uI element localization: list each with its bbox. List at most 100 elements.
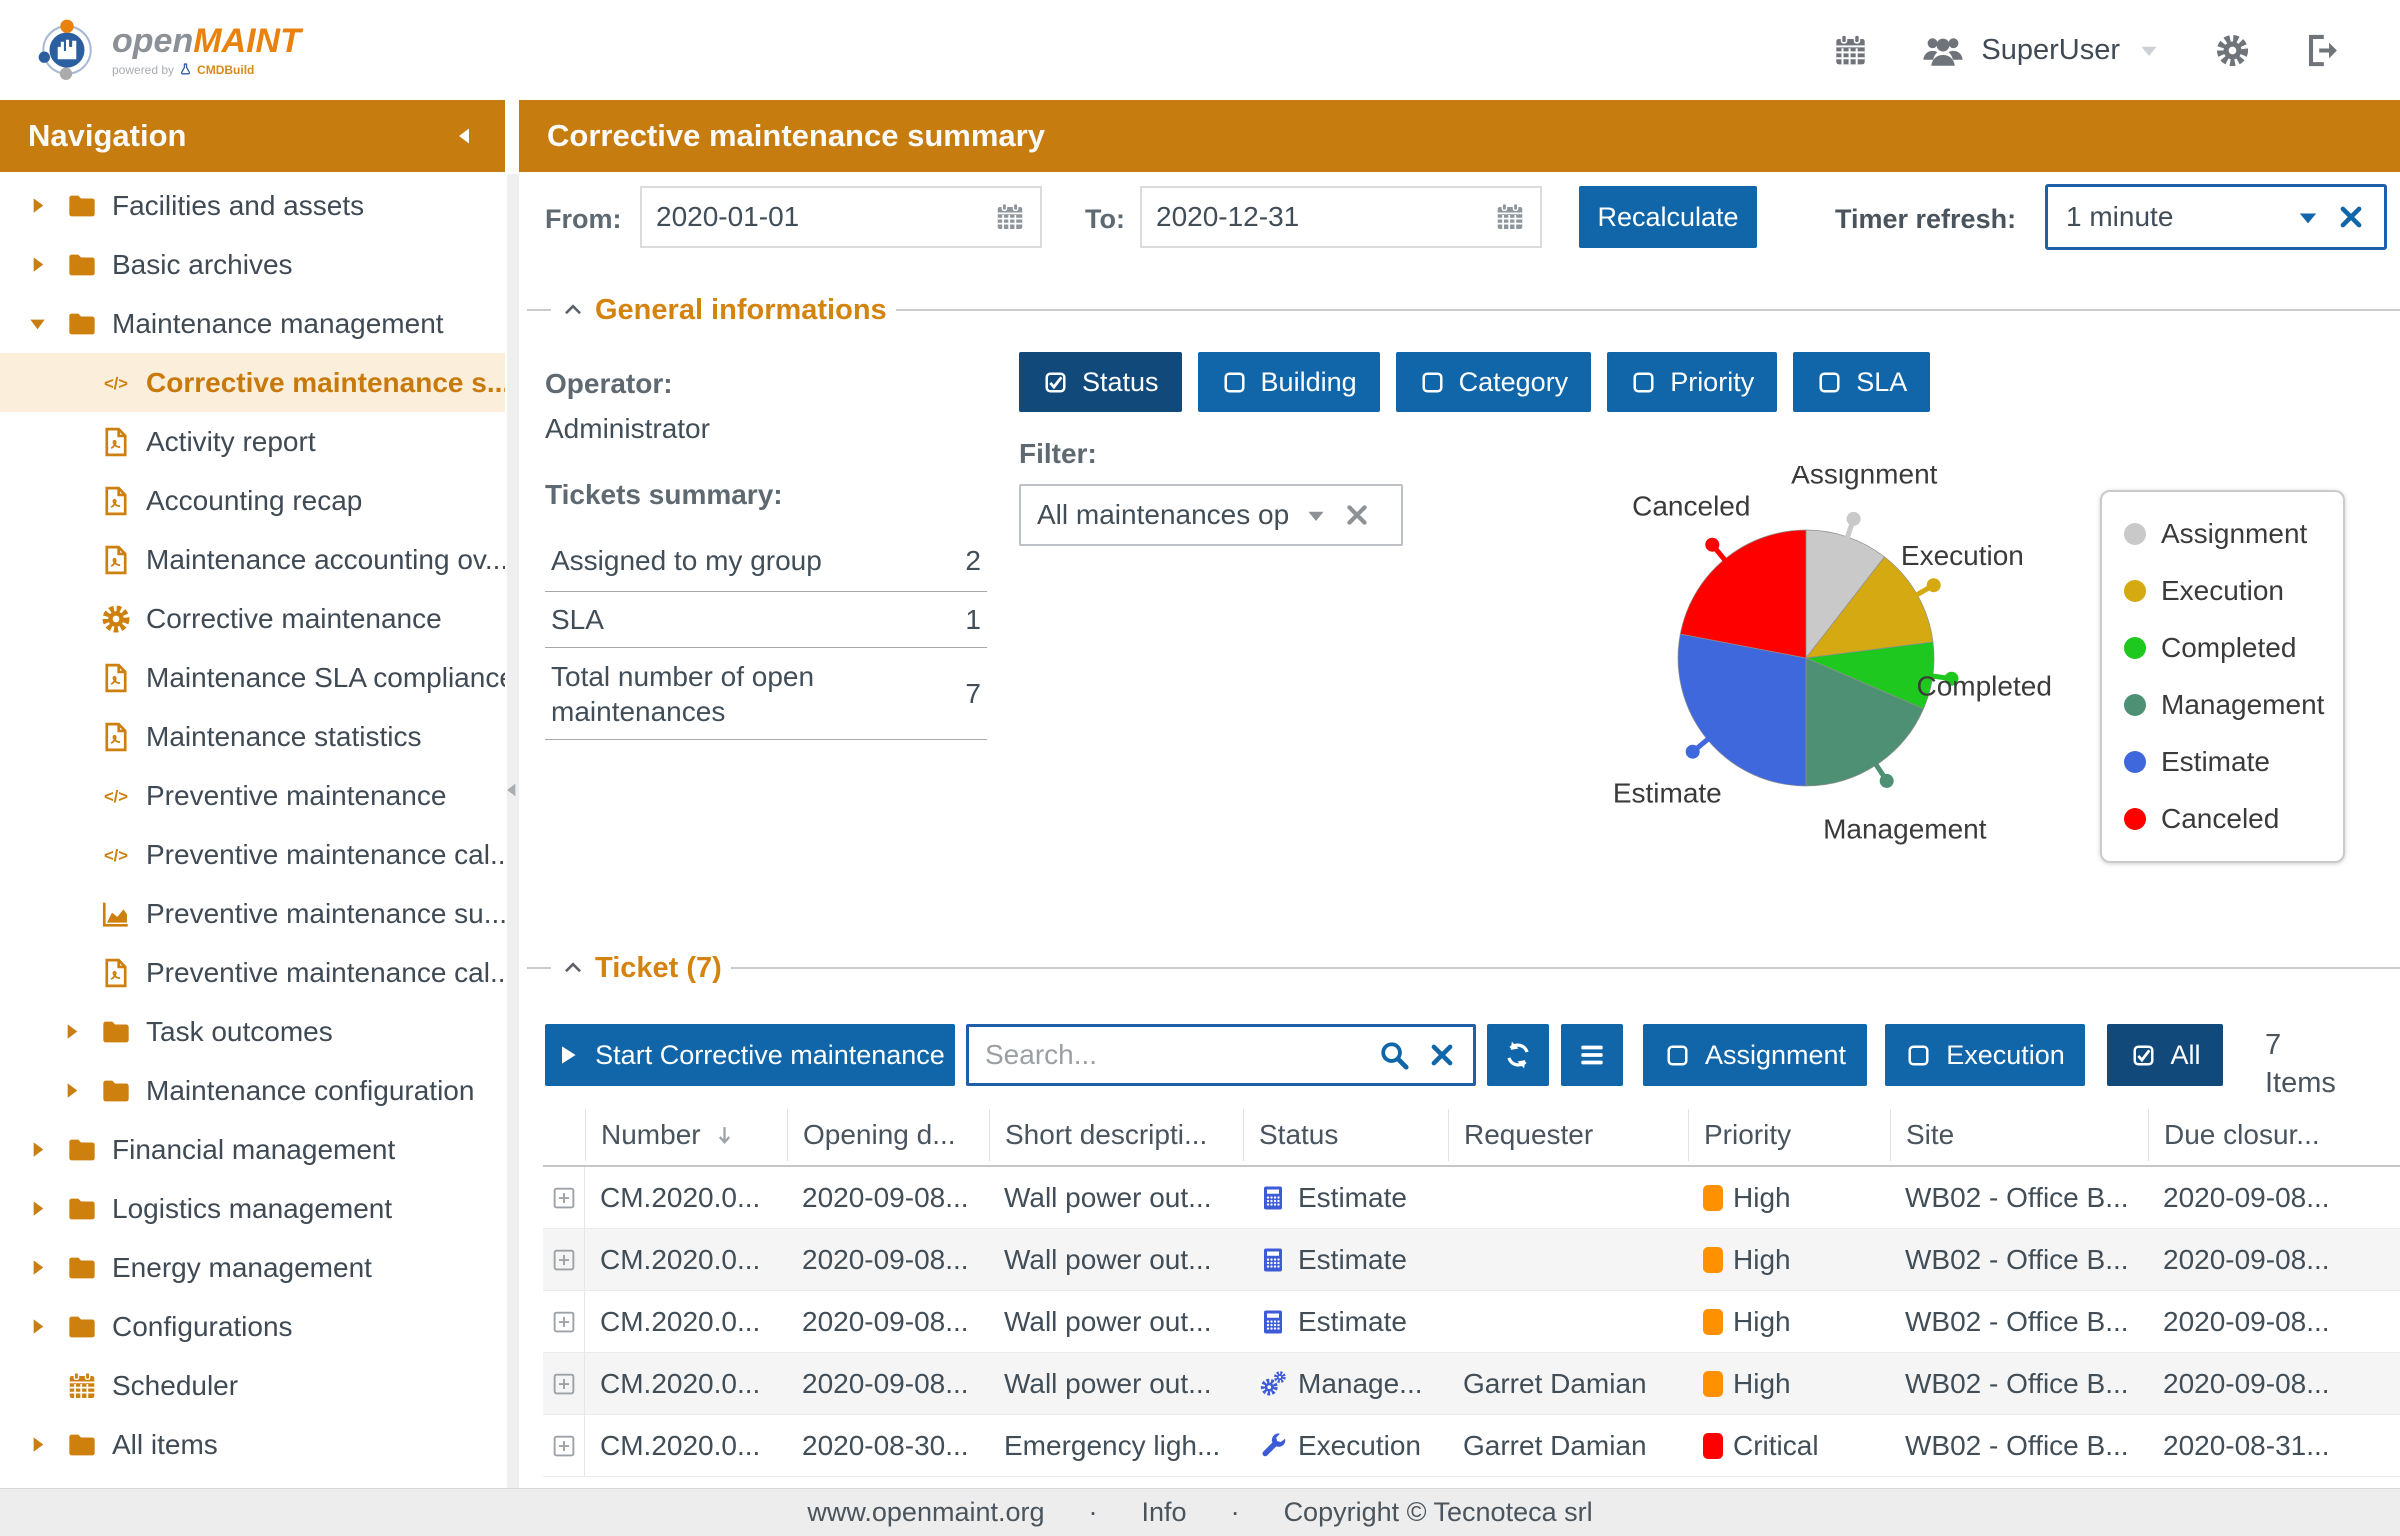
expand-row-icon[interactable] xyxy=(549,1307,579,1337)
column-header-due-closur[interactable]: Due closur... xyxy=(2148,1109,2400,1161)
logout-icon[interactable] xyxy=(2303,32,2340,69)
expand-row-icon[interactable] xyxy=(549,1431,579,1461)
account-menu[interactable]: SuperUser xyxy=(1921,28,2162,72)
pie-slice-estimate[interactable] xyxy=(1678,634,1806,786)
column-header-opening-d[interactable]: Opening d... xyxy=(787,1109,989,1161)
sidebar-item-all-items[interactable]: All items xyxy=(0,1415,505,1474)
sidebar-item-preventive-maintenance-su[interactable]: Preventive maintenance su... xyxy=(0,884,505,943)
tree-caret-right-icon[interactable] xyxy=(56,1079,86,1102)
clear-icon[interactable] xyxy=(1343,501,1371,529)
sidebar-item-maintenance-accounting-ov[interactable]: Maintenance accounting ov... xyxy=(0,530,505,589)
toggle-building[interactable]: Building xyxy=(1198,352,1380,412)
expand-row-icon[interactable] xyxy=(549,1245,579,1275)
toggle-status[interactable]: Status xyxy=(1019,352,1182,412)
timer-refresh-select[interactable]: 1 minute xyxy=(2045,184,2387,250)
legend-item-completed[interactable]: Completed xyxy=(2124,632,2321,664)
calendar-picker-icon[interactable] xyxy=(1494,201,1526,233)
footer-site-link[interactable]: www.openmaint.org xyxy=(807,1497,1044,1528)
filter-select[interactable]: All maintenances opened ir xyxy=(1019,484,1403,546)
sidebar-item-corrective-maintenance-s[interactable]: </>Corrective maintenance s... xyxy=(0,353,505,412)
sidebar-item-maintenance-configuration[interactable]: Maintenance configuration xyxy=(0,1061,505,1120)
column-header-status[interactable]: Status xyxy=(1243,1109,1448,1161)
tree-caret-right-icon[interactable] xyxy=(22,1138,52,1161)
tree-caret-down-icon[interactable] xyxy=(22,312,52,335)
legend-item-execution[interactable]: Execution xyxy=(2124,575,2321,607)
column-header-site[interactable]: Site xyxy=(1890,1109,2148,1161)
from-date-input[interactable] xyxy=(656,201,986,233)
group-by-buttons: Status Building CategoryPriority SLA xyxy=(1019,352,1930,412)
toggle-priority[interactable]: Priority xyxy=(1607,352,1777,412)
sidebar-item-facilities-and-assets[interactable]: Facilities and assets xyxy=(0,176,505,235)
legend-item-assignment[interactable]: Assignment xyxy=(2124,518,2321,550)
caret-down-icon[interactable] xyxy=(2294,203,2322,231)
search-input[interactable] xyxy=(985,1039,1361,1071)
refresh-button[interactable] xyxy=(1487,1024,1549,1086)
sidebar-item-maintenance-statistics[interactable]: Maintenance statistics xyxy=(0,707,505,766)
clear-search-icon[interactable] xyxy=(1427,1040,1457,1070)
legend-item-canceled[interactable]: Canceled xyxy=(2124,803,2321,835)
menu-button[interactable] xyxy=(1561,1024,1623,1086)
sidebar-item-financial-management[interactable]: Financial management xyxy=(0,1120,505,1179)
toggle-execution[interactable]: Execution xyxy=(1885,1024,2085,1086)
clear-icon[interactable] xyxy=(2336,202,2366,232)
sidebar-item-corrective-maintenance[interactable]: Corrective maintenance xyxy=(0,589,505,648)
toggle-assignment[interactable]: Assignment xyxy=(1643,1024,1867,1086)
tree-caret-right-icon[interactable] xyxy=(22,253,52,276)
column-header-number[interactable]: Number xyxy=(585,1109,787,1161)
sidebar-item-accounting-recap[interactable]: Accounting recap xyxy=(0,471,505,530)
expand-row-icon[interactable] xyxy=(549,1183,579,1213)
search-field[interactable] xyxy=(966,1024,1476,1086)
cell-priority: High xyxy=(1688,1229,1890,1290)
search-icon[interactable] xyxy=(1377,1038,1411,1072)
tree-caret-right-icon[interactable] xyxy=(22,194,52,217)
sidebar-item-maintenance-sla-compliance[interactable]: Maintenance SLA compliance xyxy=(0,648,505,707)
start-corrective-maintenance-button[interactable]: Start Corrective maintenance xyxy=(545,1024,955,1086)
sidebar-item-label: Task outcomes xyxy=(146,1016,333,1048)
calendar-icon[interactable] xyxy=(1832,32,1869,69)
sidebar-item-preventive-maintenance[interactable]: </>Preventive maintenance xyxy=(0,766,505,825)
sidebar-item-maintenance-management[interactable]: Maintenance management xyxy=(0,294,505,353)
collapse-sidebar-icon[interactable] xyxy=(453,124,477,148)
to-date-input[interactable] xyxy=(1156,201,1486,233)
legend-item-estimate[interactable]: Estimate xyxy=(2124,746,2321,778)
caret-down-icon[interactable] xyxy=(1303,502,1329,528)
ticket-row[interactable]: CM.2020.0...2020-09-08...Wall power out.… xyxy=(543,1229,2400,1291)
sidebar-item-preventive-maintenance-cal[interactable]: </>Preventive maintenance cal... xyxy=(0,825,505,884)
toggle-all[interactable]: All xyxy=(2107,1024,2223,1086)
footer-info-link[interactable]: Info xyxy=(1142,1497,1187,1528)
sidebar-item-logistics-management[interactable]: Logistics management xyxy=(0,1179,505,1238)
collapse-section-icon[interactable] xyxy=(560,955,586,981)
ticket-row[interactable]: CM.2020.0...2020-08-30...Emergency ligh.… xyxy=(543,1415,2400,1477)
sidebar-item-basic-archives[interactable]: Basic archives xyxy=(0,235,505,294)
expand-row-icon[interactable] xyxy=(549,1369,579,1399)
column-header-priority[interactable]: Priority xyxy=(1688,1109,1890,1161)
toggle-sla[interactable]: SLA xyxy=(1793,352,1930,412)
column-header-requester[interactable]: Requester xyxy=(1448,1109,1688,1161)
tree-caret-right-icon[interactable] xyxy=(22,1197,52,1220)
sidebar-item-energy-management[interactable]: Energy management xyxy=(0,1238,505,1297)
gear-icon[interactable] xyxy=(2214,32,2251,69)
ticket-row[interactable]: CM.2020.0...2020-09-08...Wall power out.… xyxy=(543,1353,2400,1415)
column-header-short-descripti[interactable]: Short descripti... xyxy=(989,1109,1243,1161)
sidebar-splitter[interactable] xyxy=(505,100,519,1488)
to-date-field[interactable] xyxy=(1140,186,1542,248)
recalculate-button[interactable]: Recalculate xyxy=(1579,186,1757,248)
sidebar-item-activity-report[interactable]: Activity report xyxy=(0,412,505,471)
ticket-row[interactable]: CM.2020.0...2020-09-08...Wall power out.… xyxy=(543,1291,2400,1353)
sidebar-item-task-outcomes[interactable]: Task outcomes xyxy=(0,1002,505,1061)
legend-item-management[interactable]: Management xyxy=(2124,689,2321,721)
collapse-section-icon[interactable] xyxy=(560,297,586,323)
calendar-picker-icon[interactable] xyxy=(994,201,1026,233)
sidebar-item-preventive-maintenance-cal[interactable]: Preventive maintenance cal... xyxy=(0,943,505,1002)
tree-caret-right-icon[interactable] xyxy=(22,1256,52,1279)
ticket-row[interactable]: CM.2020.0...2020-09-08...Wall power out.… xyxy=(543,1167,2400,1229)
openmaint-logo[interactable]: openMAINT powered by CMDBuild xyxy=(34,17,301,83)
tree-caret-right-icon[interactable] xyxy=(22,1433,52,1456)
legend-color-dot xyxy=(2124,751,2146,773)
sidebar-item-configurations[interactable]: Configurations xyxy=(0,1297,505,1356)
sidebar-item-scheduler[interactable]: Scheduler xyxy=(0,1356,505,1415)
from-date-field[interactable] xyxy=(640,186,1042,248)
toggle-category[interactable]: Category xyxy=(1396,352,1592,412)
tree-caret-right-icon[interactable] xyxy=(56,1020,86,1043)
tree-caret-right-icon[interactable] xyxy=(22,1315,52,1338)
